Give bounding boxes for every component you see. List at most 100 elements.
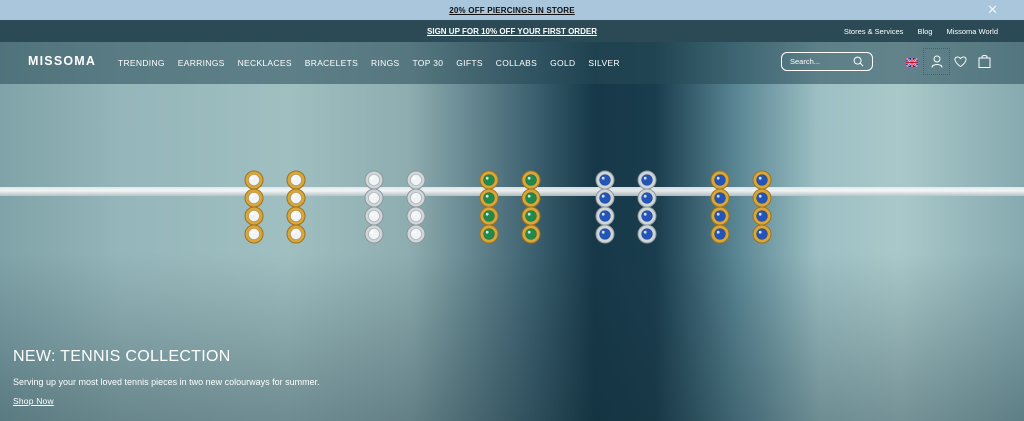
missoma-world-link[interactable]: Missoma World xyxy=(946,27,998,36)
earring-stone xyxy=(599,174,611,186)
earring-highlight xyxy=(527,194,531,198)
earring-highlight xyxy=(643,176,647,180)
earring-stone xyxy=(483,174,495,186)
blog-link[interactable]: Blog xyxy=(917,27,932,36)
earring-highlight xyxy=(412,212,416,216)
earring-stone xyxy=(368,192,380,204)
earring-highlight xyxy=(527,230,531,234)
earring-stone xyxy=(368,228,380,240)
earring-highlight xyxy=(758,212,762,216)
nav-menu: TRENDING EARRINGS NECKLACES BRACELETS RI… xyxy=(118,42,633,84)
earring-stone xyxy=(290,228,302,240)
earring-stone xyxy=(756,210,768,222)
earring-pair-gold-emerald xyxy=(479,170,541,244)
earring-stone xyxy=(290,210,302,222)
earring-stone xyxy=(248,228,260,240)
account-icon xyxy=(931,55,942,68)
earring-stone xyxy=(525,192,537,204)
earring-highlight xyxy=(601,230,605,234)
earring-stone xyxy=(483,192,495,204)
search-box[interactable] xyxy=(781,52,873,71)
earring-stone xyxy=(599,228,611,240)
earring-highlight xyxy=(370,194,374,198)
earring-stone xyxy=(248,210,260,222)
earring-highlight xyxy=(716,194,720,198)
earring-stone xyxy=(410,192,422,204)
earring-highlight xyxy=(370,230,374,234)
search-input[interactable] xyxy=(788,56,852,67)
earring-stone xyxy=(756,192,768,204)
earring-stone xyxy=(410,228,422,240)
earring-highlight xyxy=(370,212,374,216)
earring-stone xyxy=(248,192,260,204)
earring-stone xyxy=(641,192,653,204)
nav-item-rings[interactable]: RINGS xyxy=(371,58,399,68)
shopping-bag-icon[interactable] xyxy=(978,54,991,68)
uk-flag-icon[interactable] xyxy=(906,58,918,67)
signup-link[interactable]: SIGN UP FOR 10% OFF YOUR FIRST ORDER xyxy=(427,27,597,36)
earring-stone xyxy=(641,228,653,240)
site-logo[interactable]: MISSOMA xyxy=(28,54,96,68)
earring-stone xyxy=(525,174,537,186)
earring-highlight xyxy=(292,176,296,180)
utility-links: Stores & Services Blog Missoma World xyxy=(844,20,998,42)
earring-stone xyxy=(368,210,380,222)
earring-stone xyxy=(248,174,260,186)
close-icon[interactable]: ✕ xyxy=(987,2,998,18)
earring-highlight xyxy=(292,230,296,234)
earring-stone xyxy=(641,174,653,186)
nav-item-bracelets[interactable]: BRACELETS xyxy=(305,58,358,68)
nav-item-top-30[interactable]: TOP 30 xyxy=(412,58,443,68)
earring-highlight xyxy=(412,176,416,180)
nav-item-trending[interactable]: TRENDING xyxy=(118,58,165,68)
nav-item-gold[interactable]: GOLD xyxy=(550,58,575,68)
signup-bar: SIGN UP FOR 10% OFF YOUR FIRST ORDER Sto… xyxy=(0,20,1024,42)
hero-title: NEW: TENNIS COLLECTION xyxy=(13,348,231,365)
account-button[interactable] xyxy=(923,48,950,75)
wishlist-heart-icon[interactable] xyxy=(954,55,967,68)
earring-stone xyxy=(525,228,537,240)
nav-item-gifts[interactable]: GIFTS xyxy=(456,58,483,68)
stores-services-link[interactable]: Stores & Services xyxy=(844,27,904,36)
earring-highlight xyxy=(250,230,254,234)
earring-pair-gold-sapphire xyxy=(710,170,772,244)
earring-stone xyxy=(483,228,495,240)
earring-stone xyxy=(714,228,726,240)
earring-stone xyxy=(599,192,611,204)
earring-highlight xyxy=(250,194,254,198)
earring-stone xyxy=(290,174,302,186)
earring-stone xyxy=(290,192,302,204)
earring-stone xyxy=(756,174,768,186)
earring-highlight xyxy=(250,212,254,216)
nav-item-necklaces[interactable]: NECKLACES xyxy=(238,58,292,68)
earring-stone xyxy=(714,210,726,222)
earring-stone xyxy=(756,228,768,240)
earring-highlight xyxy=(292,212,296,216)
earring-stone xyxy=(714,174,726,186)
earring-highlight xyxy=(370,176,374,180)
earring-highlight xyxy=(527,176,531,180)
earring-highlight xyxy=(292,194,296,198)
earring-highlight xyxy=(601,176,605,180)
earring-highlight xyxy=(643,230,647,234)
search-icon[interactable] xyxy=(853,56,864,67)
earring-stone xyxy=(410,174,422,186)
earring-highlight xyxy=(758,194,762,198)
nav-item-collabs[interactable]: COLLABS xyxy=(496,58,537,68)
shop-now-link[interactable]: Shop Now xyxy=(13,396,54,406)
nav-item-earrings[interactable]: EARRINGS xyxy=(178,58,225,68)
earring-highlight xyxy=(412,230,416,234)
earring-highlight xyxy=(485,230,489,234)
earring-highlight xyxy=(601,194,605,198)
earring-highlight xyxy=(601,212,605,216)
earring-pair-silver-sapphire xyxy=(595,170,657,244)
earring-highlight xyxy=(250,176,254,180)
earring-highlight xyxy=(485,194,489,198)
earring-highlight xyxy=(412,194,416,198)
promo-link[interactable]: 20% OFF PIERCINGS IN STORE xyxy=(449,6,575,15)
earring-highlight xyxy=(485,212,489,216)
hero-subtitle: Serving up your most loved tennis pieces… xyxy=(13,377,320,387)
nav-item-silver[interactable]: SILVER xyxy=(588,58,619,68)
earring-highlight xyxy=(527,212,531,216)
earring-highlight xyxy=(485,176,489,180)
